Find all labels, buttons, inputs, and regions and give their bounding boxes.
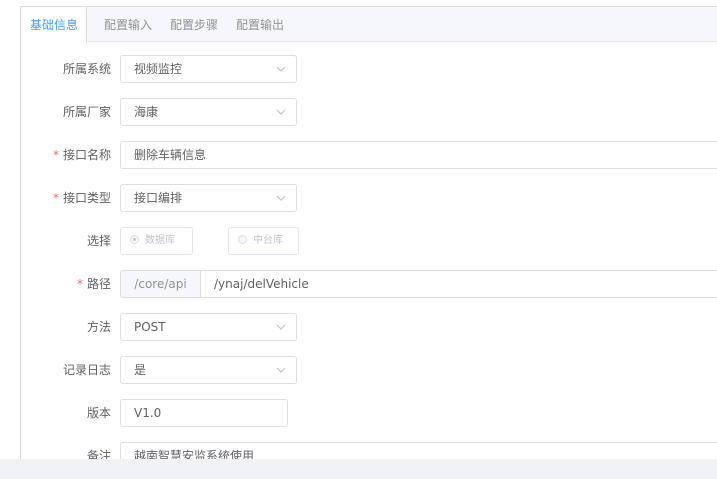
chevron-down-icon <box>276 367 286 373</box>
path-label: * 路径 <box>76 277 111 291</box>
name-label: * 接口名称 <box>52 148 111 162</box>
tab-config-output[interactable]: 配置输出 <box>236 7 284 43</box>
radio-middle-platform[interactable]: 中台库 <box>228 227 299 255</box>
interface-type-value: 接口编排 <box>134 191 183 205</box>
path-value: /ynaj/delVehicle <box>214 277 309 291</box>
log-label: 记录日志 <box>62 363 111 377</box>
required-mark: * <box>52 191 59 205</box>
log-value: 是 <box>134 363 147 377</box>
radio-unchecked-icon <box>238 235 247 244</box>
remark-value: 越南智慧安监系统使用 <box>134 449 255 459</box>
system-select[interactable]: 视频监控 <box>120 55 297 83</box>
log-select[interactable]: 是 <box>120 356 297 384</box>
name-row: * 接口名称 删除车辆信息 <box>21 141 717 169</box>
system-row: 所属系统 视频监控 <box>21 55 717 83</box>
bottom-bar <box>0 459 717 479</box>
chevron-down-icon <box>276 66 286 72</box>
required-mark: * <box>52 148 59 162</box>
log-row: 记录日志 是 <box>21 356 717 384</box>
choice-label: 选择 <box>86 234 111 248</box>
system-value: 视频监控 <box>134 62 183 76</box>
interface-name-value: 删除车辆信息 <box>134 148 207 162</box>
radio-checked-icon <box>130 235 139 244</box>
tab-basic-info[interactable]: 基础信息 <box>21 7 87 43</box>
path-row: * 路径 /core/api /ynaj/delVehicle <box>21 270 717 298</box>
type-label: * 接口类型 <box>52 191 111 205</box>
remark-input[interactable]: 越南智慧安监系统使用 <box>120 442 717 459</box>
version-row: 版本 V1.0 <box>21 399 717 427</box>
vendor-row: 所属厂家 海康 <box>21 98 717 126</box>
chevron-down-icon <box>276 109 286 115</box>
interface-name-input[interactable]: 删除车辆信息 <box>120 141 717 169</box>
tab-bar: 基础信息 配置输入 配置步骤 配置输出 <box>21 7 717 43</box>
remark-row: 备注 越南智慧安监系统使用 <box>21 442 717 459</box>
version-input[interactable]: V1.0 <box>120 399 288 427</box>
interface-type-select[interactable]: 接口编排 <box>120 184 297 212</box>
method-value: POST <box>134 320 166 334</box>
vendor-select[interactable]: 海康 <box>120 98 297 126</box>
tab-config-input[interactable]: 配置输入 <box>104 7 152 43</box>
vendor-value: 海康 <box>134 105 159 119</box>
chevron-down-icon <box>276 324 286 330</box>
method-select[interactable]: POST <box>120 313 297 341</box>
form-panel: 基础信息 配置输入 配置步骤 配置输出 所属系统 视频监控 所属厂家 海康 * 接… <box>20 6 717 459</box>
radio-database[interactable]: 数据库 <box>120 227 193 255</box>
version-value: V1.0 <box>134 406 162 420</box>
type-row: * 接口类型 接口编排 <box>21 184 717 212</box>
choice-row: 选择 数据库 中台库 <box>21 227 717 255</box>
remark-label: 备注 <box>86 449 111 459</box>
chevron-down-icon <box>276 195 286 201</box>
path-input[interactable]: /ynaj/delVehicle <box>200 270 717 298</box>
method-row: 方法 POST <box>21 313 717 341</box>
method-label: 方法 <box>86 320 111 334</box>
system-label: 所属系统 <box>62 62 111 76</box>
tab-config-steps[interactable]: 配置步骤 <box>170 7 218 43</box>
path-prefix: /core/api <box>120 270 201 298</box>
vendor-label: 所属厂家 <box>62 105 111 119</box>
version-label: 版本 <box>86 406 111 420</box>
required-mark: * <box>76 277 83 291</box>
